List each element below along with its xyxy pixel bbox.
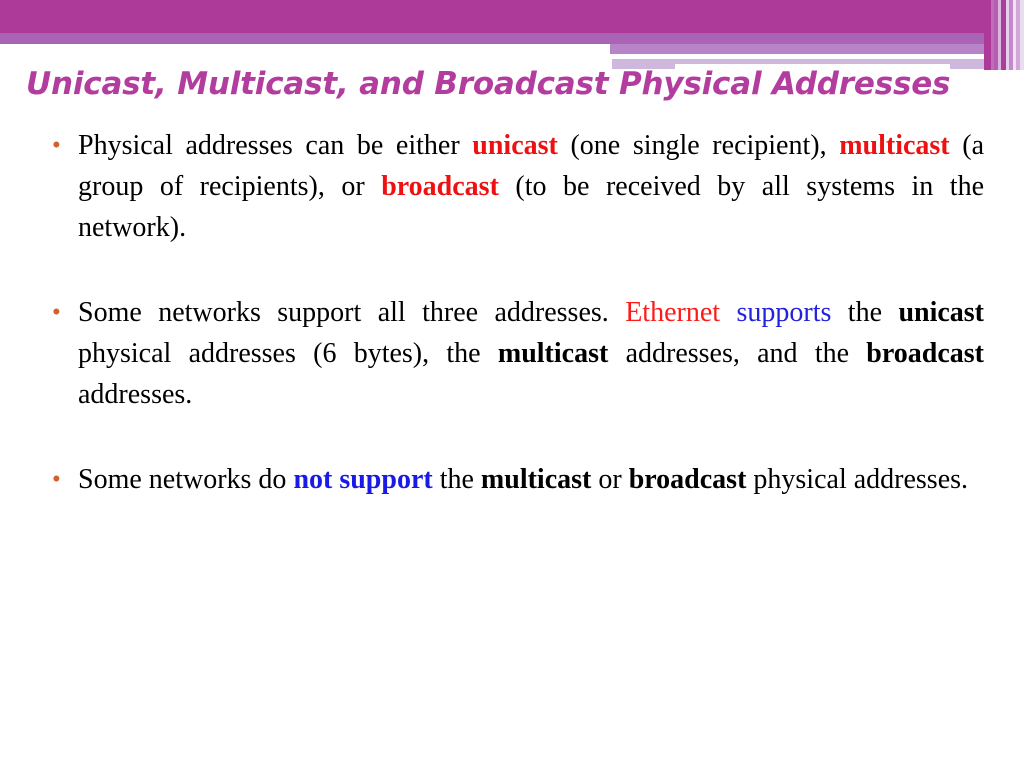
bullet-text: Some networks support all three addresse… bbox=[78, 292, 984, 415]
text-run: physical addresses. bbox=[746, 464, 969, 495]
text-run: the bbox=[432, 464, 481, 495]
text-run: broadcast bbox=[628, 464, 747, 495]
text-run: unicast bbox=[898, 297, 985, 328]
bullet-point-icon: • bbox=[52, 466, 61, 493]
header-vertical-stripes bbox=[984, 0, 1024, 70]
text-run: addresses, and the bbox=[608, 338, 867, 369]
header-strip-purple bbox=[610, 44, 1024, 54]
text-run: multicast bbox=[839, 130, 950, 161]
slide-root: Unicast, Multicast, and Broadcast Physic… bbox=[0, 0, 1024, 768]
header-decoration bbox=[0, 0, 1024, 70]
text-run: or bbox=[591, 464, 629, 495]
header-stripe bbox=[984, 0, 991, 70]
text-run: addresses. bbox=[78, 379, 193, 410]
bullet-item: • Some networks support all three address… bbox=[52, 292, 984, 415]
bullet-point-icon: • bbox=[52, 132, 61, 159]
bullet-text: Some networks do not support the multica… bbox=[78, 459, 984, 500]
text-run: the bbox=[831, 297, 899, 328]
text-run: unicast bbox=[472, 130, 558, 161]
text-run: Ethernet bbox=[625, 297, 721, 328]
header-band-magenta bbox=[0, 0, 1024, 33]
text-run: broadcast bbox=[381, 171, 499, 202]
text-run bbox=[720, 297, 736, 328]
page-title: Unicast, Multicast, and Broadcast Physic… bbox=[26, 66, 951, 102]
text-run: (one single recipient), bbox=[557, 130, 840, 161]
bullet-list: • Physical addresses can be either unicas… bbox=[52, 125, 984, 500]
text-run: Some networks support all three addresse… bbox=[78, 297, 626, 328]
bullet-text: Physical addresses can be either unicast… bbox=[78, 125, 984, 248]
text-run: physical addresses (6 bytes), the bbox=[78, 338, 498, 369]
text-run: supports bbox=[736, 297, 832, 328]
text-run: Some networks do bbox=[78, 464, 294, 495]
text-run: not support bbox=[293, 464, 433, 495]
bullet-point-icon: • bbox=[52, 299, 61, 326]
header-stripe bbox=[1020, 0, 1024, 70]
text-run: multicast bbox=[480, 464, 592, 495]
text-run: broadcast bbox=[866, 338, 984, 369]
text-run: multicast bbox=[497, 338, 609, 369]
text-run: Physical addresses can be either bbox=[78, 130, 473, 161]
bullet-item: • Some networks do not support the multic… bbox=[52, 459, 984, 500]
bullet-item: • Physical addresses can be either unicas… bbox=[52, 125, 984, 248]
